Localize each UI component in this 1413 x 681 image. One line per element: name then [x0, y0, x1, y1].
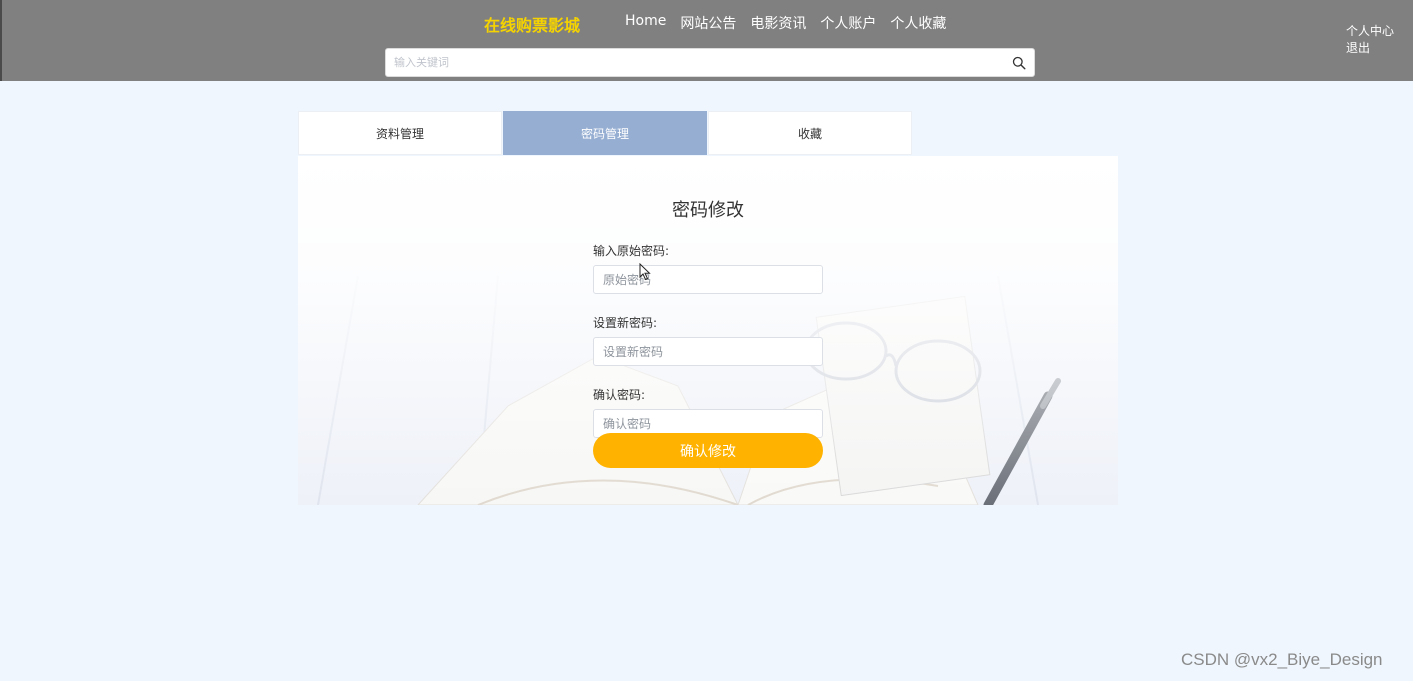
- site-brand[interactable]: 在线购票影城: [484, 12, 580, 36]
- old-password-input[interactable]: [593, 265, 823, 294]
- confirm-password-label: 确认密码:: [593, 388, 646, 402]
- tab-password[interactable]: 密码管理: [503, 111, 707, 155]
- mouse-cursor-icon: [639, 263, 651, 281]
- logout-link[interactable]: 退出: [1346, 40, 1394, 57]
- nav-announcements[interactable]: 网站公告: [680, 13, 736, 33]
- confirm-change-button[interactable]: 确认修改: [593, 433, 823, 468]
- tab-favorites[interactable]: 收藏: [708, 111, 912, 155]
- nav-home[interactable]: Home: [625, 13, 666, 33]
- watermark-text: CSDN @vx2_Biye_Design: [1181, 650, 1383, 669]
- user-links: 个人中心 退出: [1346, 23, 1394, 57]
- password-form: 输入原始密码: 设置新密码: 确认密码:: [593, 242, 823, 458]
- nav-movie-news[interactable]: 电影资讯: [750, 13, 806, 33]
- profile-tabs: 资料管理 密码管理 收藏: [298, 111, 913, 155]
- tab-profile[interactable]: 资料管理: [298, 111, 502, 155]
- search-box: [385, 48, 1035, 77]
- form-title: 密码修改: [672, 200, 744, 221]
- nav-favorites[interactable]: 个人收藏: [890, 13, 946, 33]
- new-password-label: 设置新密码:: [593, 316, 658, 330]
- password-panel: 密码修改 输入原始密码: 设置新密码: 确认密码: 确认修改: [298, 156, 1118, 505]
- nav-account[interactable]: 个人账户: [820, 13, 876, 33]
- search-input[interactable]: [394, 49, 1004, 76]
- search-icon[interactable]: [1012, 56, 1026, 70]
- new-password-input[interactable]: [593, 337, 823, 366]
- main-nav: Home 网站公告 电影资讯 个人账户 个人收藏: [625, 13, 960, 33]
- old-password-label: 输入原始密码:: [593, 244, 670, 258]
- user-center-link[interactable]: 个人中心: [1346, 23, 1394, 40]
- top-header: 在线购票影城 Home 网站公告 电影资讯 个人账户 个人收藏 个人中心 退出: [0, 0, 1413, 81]
